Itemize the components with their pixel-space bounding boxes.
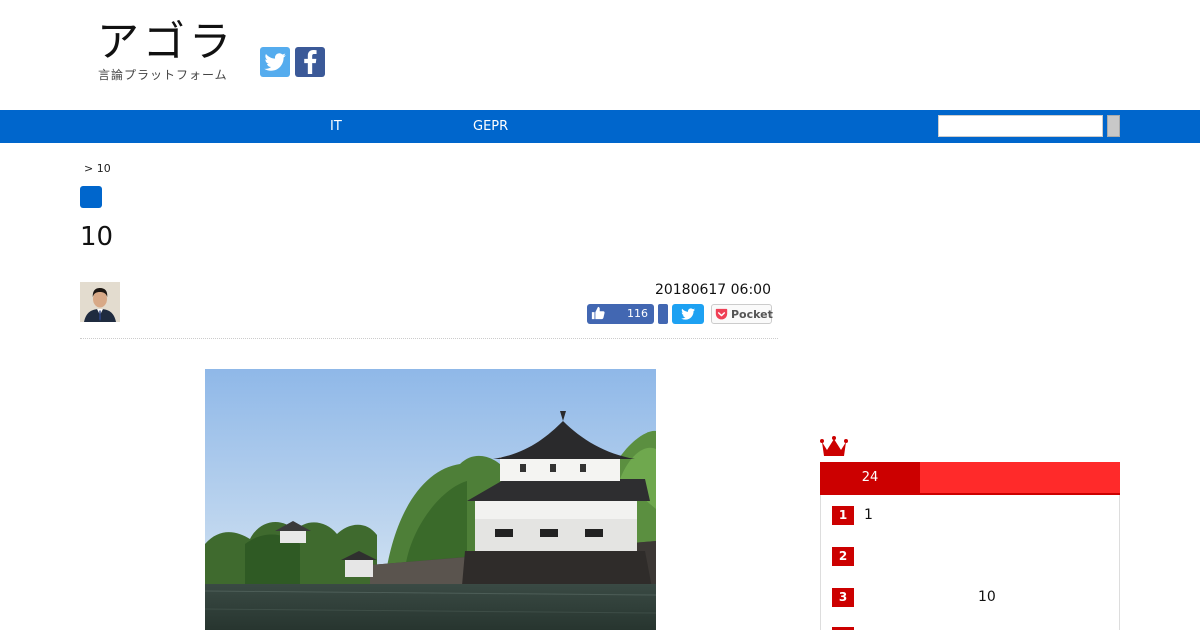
facebook-icon <box>304 50 317 74</box>
facebook-like-button[interactable]: 116 <box>587 304 654 324</box>
rank-number: 3 <box>832 588 854 607</box>
facebook-share-button[interactable] <box>658 304 668 324</box>
site-logo-subtitle: 言論プラットフォーム <box>98 68 228 82</box>
ranking-tab-24h[interactable]: 24 <box>820 462 920 493</box>
crown-icon <box>820 436 848 456</box>
twitter-link[interactable] <box>260 47 290 77</box>
thumbs-up-icon <box>591 306 605 320</box>
ranking-item[interactable]: 2 <box>832 547 1112 569</box>
author-avatar[interactable] <box>80 282 120 322</box>
breadcrumb[interactable]: > 10 <box>84 162 111 175</box>
post-date: 20180617 06:00 <box>654 282 771 298</box>
tweet-button[interactable] <box>672 304 704 324</box>
rank-item-title[interactable]: 10 <box>978 588 996 606</box>
pocket-icon <box>715 308 728 320</box>
rank-number: 1 <box>832 506 854 525</box>
site-logo-title[interactable]: アゴラ <box>97 18 235 66</box>
facebook-link[interactable] <box>295 47 325 77</box>
rank-number: 2 <box>832 547 854 566</box>
article-photo <box>205 369 656 630</box>
twitter-icon <box>681 308 695 320</box>
like-count: 116 <box>627 307 648 320</box>
pocket-button[interactable]: Pocket <box>711 304 773 324</box>
meta-divider <box>80 338 778 339</box>
castle-tower-photo <box>205 369 656 630</box>
ranking-item[interactable]: 1 1 <box>832 506 1112 528</box>
pocket-label: Pocket <box>731 308 773 321</box>
main-nav-bar: IT GEPR <box>0 110 1200 143</box>
search-input[interactable] <box>938 115 1103 137</box>
rank-item-title[interactable]: 1 <box>864 506 873 524</box>
search-button[interactable] <box>1107 115 1120 137</box>
author-portrait-image <box>80 282 120 322</box>
nav-item-gepr[interactable]: GEPR <box>473 110 508 143</box>
ranking-header: 24 <box>820 462 1120 495</box>
ranking-item[interactable]: 3 10 <box>832 588 1112 610</box>
twitter-icon <box>264 53 286 71</box>
category-badge[interactable] <box>80 186 102 208</box>
nav-item-it[interactable]: IT <box>330 110 342 143</box>
page-title: 10 <box>80 222 114 252</box>
